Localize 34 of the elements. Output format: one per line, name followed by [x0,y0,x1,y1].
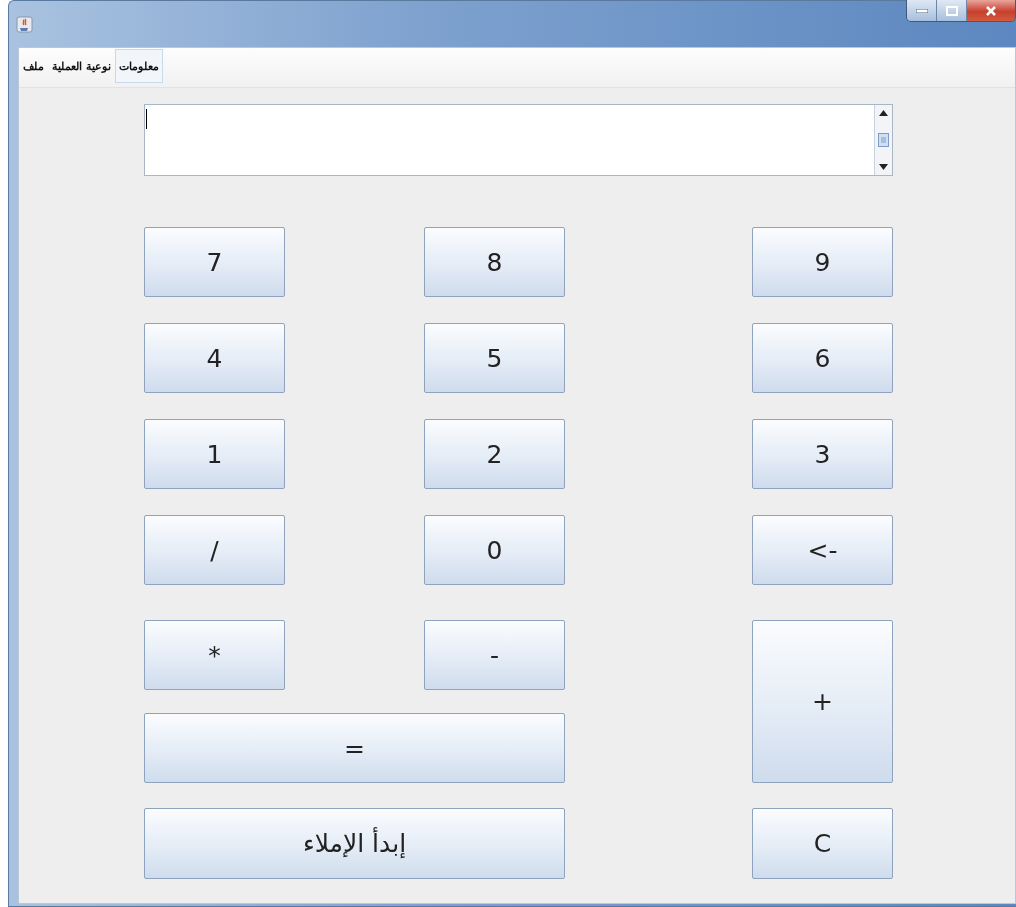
minimize-icon [915,8,928,13]
down-arrow-icon [879,164,888,170]
key-button[interactable]: 3 [752,419,893,489]
menu-item[interactable]: نوعية العملية [48,49,115,83]
display-field[interactable] [144,104,893,176]
key-button[interactable]: 8 [424,227,565,297]
maximize-icon [945,5,958,16]
key-button[interactable]: <- [752,515,893,585]
menu-item[interactable]: ملف [19,49,48,83]
up-arrow-icon [879,110,888,116]
scroll-bar[interactable] [874,105,892,175]
key-button[interactable]: 9 [752,227,893,297]
scroll-thumb[interactable] [878,133,889,147]
close-icon [985,5,997,16]
menu-item[interactable]: معلومات [114,49,163,83]
key-button[interactable]: 1 [144,419,285,489]
key-button[interactable]: C [752,808,893,879]
java-cup-icon [16,15,33,33]
key-button[interactable]: = [144,713,565,783]
key-button[interactable]: * [144,620,285,690]
key-button[interactable]: - [424,620,565,690]
key-button[interactable]: 0 [424,515,565,585]
key-button[interactable]: 5 [424,323,565,393]
text-caret [146,109,147,129]
key-button[interactable]: / [144,515,285,585]
key-button[interactable]: 4 [144,323,285,393]
key-button[interactable]: 7 [144,227,285,297]
minimize-button[interactable] [907,0,937,21]
key-button[interactable]: + [752,620,893,783]
key-button[interactable]: إبدأ الإملاء [144,808,565,879]
maximize-button[interactable] [937,0,967,21]
key-button[interactable]: 6 [752,323,893,393]
key-button[interactable]: 2 [424,419,565,489]
close-button[interactable] [967,0,1015,21]
